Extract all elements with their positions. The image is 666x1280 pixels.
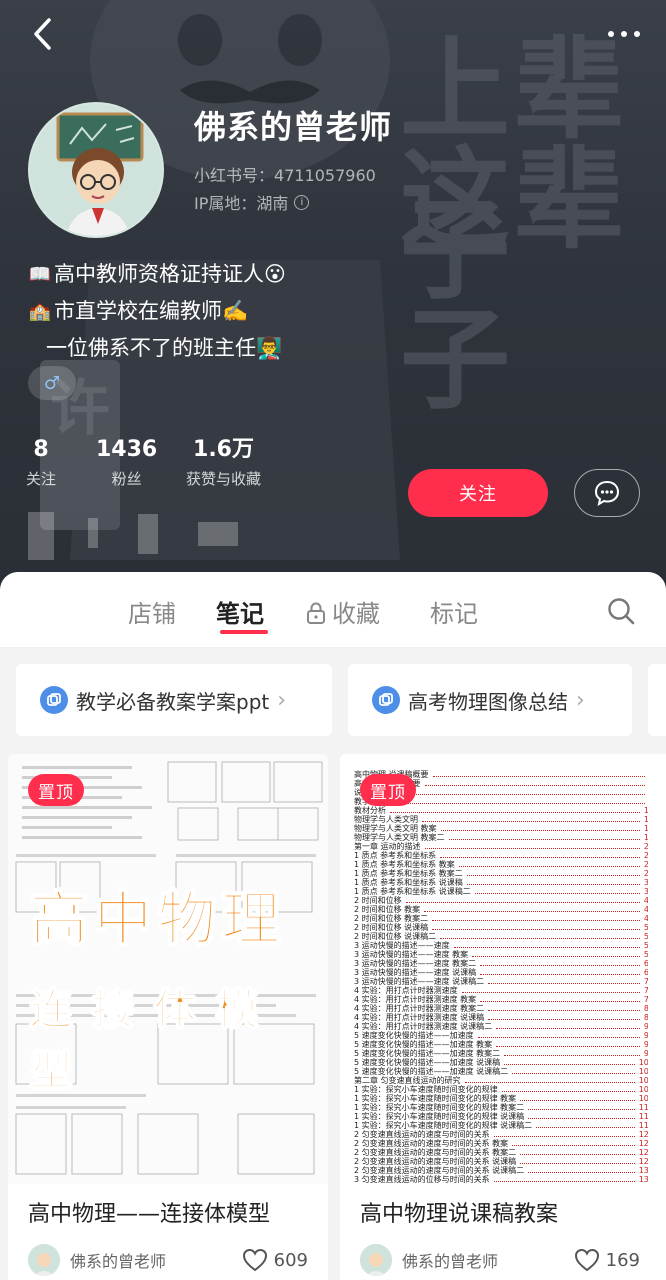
back-button[interactable] [22,14,62,54]
like-button[interactable]: 609 [242,1248,308,1272]
info-icon[interactable]: i [294,194,310,210]
stat-value: 1436 [96,437,158,462]
collection-title: 高考物理图像总结 [408,689,568,714]
stat-followers[interactable]: 1436 粉丝 [96,436,157,489]
pinned-badge: 置顶 [360,774,416,806]
follow-button[interactable]: 关注 [408,469,548,517]
stat-following[interactable]: 8 关注 [26,436,56,489]
heart-icon [242,1248,267,1272]
red-id: 小红书号：4711057960 [194,166,376,185]
bio-text: 一位佛系不了的班主任👨‍🏫 [46,336,283,360]
background-text-row-2: 这辈子 [400,136,628,424]
bio-line: 一位佛系不了的班主任👨‍🏫 [28,330,286,367]
message-button[interactable] [574,469,640,517]
search-button[interactable] [606,596,636,626]
stat-label: 获赞与收藏 [186,470,262,488]
more-dots-icon [608,31,640,37]
stat-label: 粉丝 [111,470,142,488]
lock-icon [307,602,325,624]
stat-label: 关注 [26,470,57,488]
search-icon [608,598,635,625]
tab-notes[interactable]: 笔记 [216,594,264,629]
more-options-button[interactable] [604,14,644,54]
collection-stack-icon [40,686,68,714]
gender-badge: ♂ [28,366,76,400]
toc-row: 3 匀变速直线运动的位移与时间的关系 133 [354,1173,654,1184]
note-cover-image: 高中物理 连接体模型 置顶 [8,754,328,1184]
active-tab-indicator [220,630,268,634]
tab-collections-label: 收藏 [332,600,380,628]
stat-value: 1.6万 [193,437,254,462]
note-card-partial[interactable] [648,754,666,1280]
ip-location: IP属地：湖南 i [194,190,310,214]
note-title: 高中物理说课稿教案 [360,1202,559,1227]
tab-shop[interactable]: 店铺 [128,594,176,629]
profile-bio: 📖 高中教师资格证持证人😮 🏫 市直学校在编教师✍️ 一位佛系不了的班主任👨‍🏫 [28,256,286,367]
note-cover-image: 高中物理 说课稿概要3高中物理 教案概要5说课稿7教学内容9教材分析11物理学与… [340,754,660,1184]
bio-line: 📖 高中教师资格证持证人😮 [28,256,286,293]
note-author[interactable]: 佛系的曾老师 [360,1244,498,1276]
profile-nickname: 佛系的曾老师 [194,108,393,146]
collection-card-partial[interactable] [648,664,666,736]
note-title: 高中物理——连接体模型 [28,1202,271,1227]
chevron-left-icon [34,18,51,50]
like-count: 169 [605,1249,640,1271]
author-name: 佛系的曾老师 [70,1252,167,1271]
book-icon: 📖 [28,264,52,285]
avatar[interactable] [28,102,164,238]
collection-card[interactable]: 教学必备教案学案ppt › [16,664,332,736]
cover-title-line2: 连接体模型 [29,984,279,1096]
collections-row: 教学必备教案学案ppt › 高考物理图像总结 › [0,664,666,736]
like-button[interactable]: 169 [574,1248,640,1272]
author-avatar [28,1244,60,1276]
note-card[interactable]: 高中物理 连接体模型 置顶 高中物理——连接体模型 佛系的曾老师 609 [8,754,328,1280]
chevron-right-icon: › [576,687,585,713]
stat-value: 8 [33,437,49,462]
collection-title: 教学必备教案学案ppt [76,689,270,714]
tab-collections[interactable]: 收藏 [306,594,380,629]
school-icon: 🏫 [28,301,52,322]
toc-entry-text: 3 匀变速直线运动的位移与时间的关系 [354,1174,490,1184]
toc-leader-dots [493,1176,635,1182]
male-icon: ♂ [43,372,61,394]
profile-tabs: 店铺 笔记 收藏 标记 [0,572,666,648]
content-panel: 店铺 笔记 收藏 标记 教学必备教案学案ppt › 高考物理图像总结 › 高中物… [0,572,666,1280]
chat-bubble-icon [594,480,620,507]
worksheet-thumbnail [8,754,328,1184]
bio-line: 🏫 市直学校在编教师✍️ [28,293,286,330]
ip-location-text: IP属地：湖南 [194,194,289,213]
note-author[interactable]: 佛系的曾老师 [28,1244,166,1276]
like-count: 609 [273,1249,308,1271]
pinned-badge: 置顶 [28,774,84,806]
profile-header: 上辈子 这辈子 许 佛系的曾老师 小红书号：4711057960 IP属地：湖南… [0,0,666,600]
chevron-right-icon: › [277,687,287,713]
bio-text: 高中教师资格证持证人😮 [54,262,286,286]
collection-card[interactable]: 高考物理图像总结 › [348,664,632,736]
tab-marked[interactable]: 标记 [430,594,478,629]
bio-text: 市直学校在编教师✍️ [54,299,249,323]
author-name: 佛系的曾老师 [402,1252,499,1271]
author-avatar [360,1244,392,1276]
collection-stack-icon [372,686,400,714]
note-card[interactable]: 高中物理 说课稿概要3高中物理 教案概要5说课稿7教学内容9教材分析11物理学与… [340,754,660,1280]
cover-title-line1: 高中物理 [29,884,287,954]
stat-likes-collects[interactable]: 1.6万 获赞与收藏 [186,436,261,489]
heart-icon [574,1248,599,1272]
background-blur-decoration [28,512,238,560]
teacher-avatar-illustration [30,104,162,236]
